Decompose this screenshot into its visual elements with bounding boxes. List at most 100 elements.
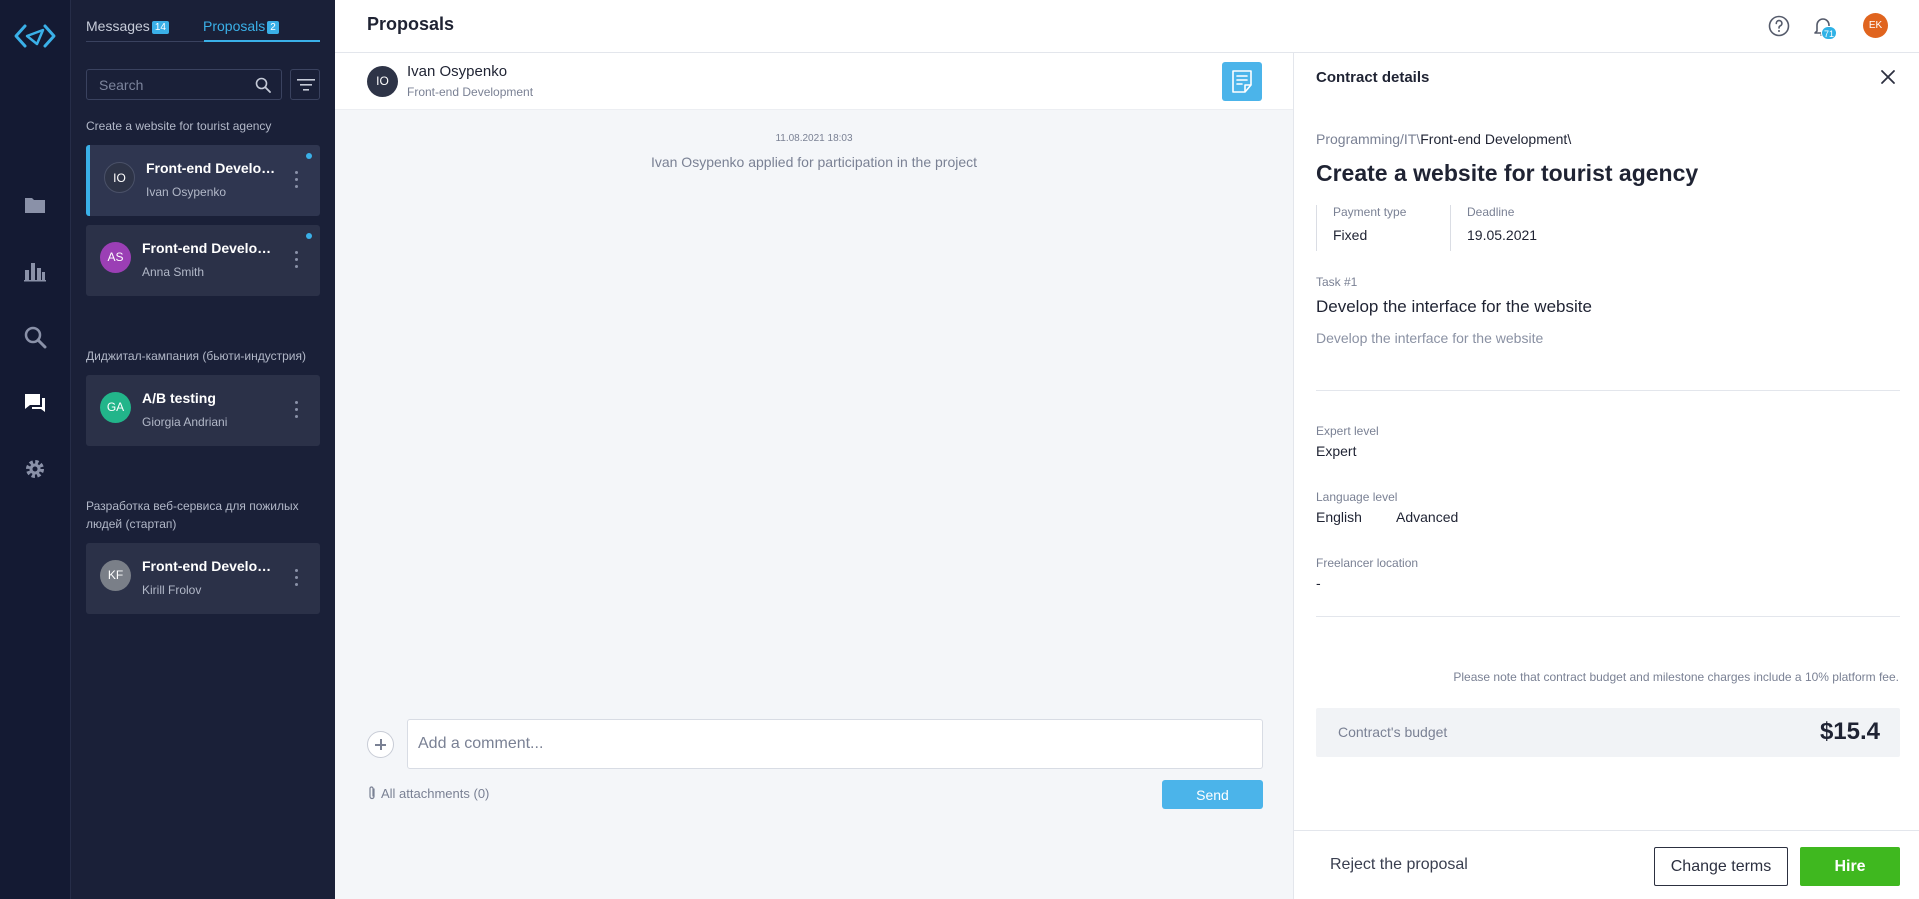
budget-label: Contract's budget xyxy=(1338,724,1448,740)
paperclip-icon xyxy=(369,786,375,800)
unread-dot xyxy=(306,233,312,239)
payment-type-value: Fixed xyxy=(1333,227,1368,243)
tab-proposals[interactable]: Proposals 2 xyxy=(203,18,279,34)
fee-note: Please note that contract budget and mil… xyxy=(1453,670,1899,684)
location-value: - xyxy=(1316,575,1321,591)
tab-underline xyxy=(204,40,320,42)
budget-value: $15.4 xyxy=(1819,718,1880,745)
contract-footer: Reject the proposal Change terms Hire xyxy=(1294,830,1919,899)
hire-button[interactable]: Hire xyxy=(1800,847,1900,886)
tab-messages[interactable]: Messages 14 xyxy=(86,18,169,34)
search-icon[interactable] xyxy=(23,325,47,349)
tab-messages-label: Messages xyxy=(86,18,150,34)
close-icon[interactable] xyxy=(1880,69,1896,85)
breadcrumb-parent[interactable]: Programming/IT\ xyxy=(1316,131,1420,147)
help-icon[interactable] xyxy=(1767,14,1791,38)
chart-icon[interactable] xyxy=(23,259,47,283)
list-item-name: Anna Smith xyxy=(142,265,205,279)
chat-contact-role: Front-end Development xyxy=(407,85,534,99)
deadline-value: 19.05.2021 xyxy=(1467,227,1538,243)
conversation-list-panel: Messages14 Proposals2 Create a website f… xyxy=(70,0,335,899)
breadcrumb-current: Front-end Development\ xyxy=(1420,131,1572,147)
filter-button[interactable] xyxy=(290,69,320,100)
top-header: Proposals 71 EK xyxy=(335,0,1919,53)
comment-input[interactable] xyxy=(408,720,1262,768)
send-button[interactable]: Send xyxy=(1162,780,1263,809)
list-item-title: Front-end Development xyxy=(142,240,272,256)
list-item-name: Kirill Frolov xyxy=(142,583,202,597)
list-item-title: Front-end Development xyxy=(146,160,276,176)
comment-box xyxy=(407,719,1263,769)
deadline-label: Deadline xyxy=(1467,205,1515,219)
logo-icon[interactable] xyxy=(13,22,57,50)
chat-panel: IO Ivan Osypenko Front-end Development 1… xyxy=(335,53,1293,899)
task-number: Task #1 xyxy=(1316,275,1358,289)
location-label: Freelancer location xyxy=(1316,556,1419,570)
divider xyxy=(1316,616,1900,617)
avatar: IO xyxy=(104,162,135,193)
expert-level-label: Expert level xyxy=(1316,424,1379,438)
plus-icon[interactable] xyxy=(367,731,394,758)
list-item[interactable]: GA A/B testing Giorgia Andriani xyxy=(86,375,320,446)
breadcrumb: Programming/IT\Front-end Development\ xyxy=(1316,131,1571,147)
list-item-title: A/B testing xyxy=(142,390,216,406)
list-item[interactable]: KF Front-end Development Kirill Frolov xyxy=(86,543,320,614)
avatar: KF xyxy=(100,560,131,591)
contract-details-button[interactable] xyxy=(1222,62,1262,101)
avatar: GA xyxy=(100,392,131,423)
budget-box: Contract's budget $15.4 xyxy=(1316,708,1900,757)
task-description: Develop the interface for the website xyxy=(1316,330,1544,346)
system-message: Ivan Osypenko applied for participation … xyxy=(650,154,978,170)
proposals-count-badge: 2 xyxy=(267,21,279,34)
unread-dot xyxy=(306,153,312,159)
page-title: Proposals xyxy=(367,14,455,34)
language-level-value: Advanced xyxy=(1396,509,1459,525)
kebab-icon[interactable] xyxy=(295,171,299,191)
deadline: Deadline 19.05.2021 xyxy=(1450,205,1610,251)
list-item[interactable]: AS Front-end Development Anna Smith xyxy=(86,225,320,296)
notification-badge: 71 xyxy=(1821,26,1837,40)
avatar: AS xyxy=(100,242,131,273)
search-box xyxy=(86,69,282,100)
group-title: Create a website for tourist agency xyxy=(86,119,272,133)
task-title: Develop the interface for the website xyxy=(1316,297,1592,316)
kebab-icon[interactable] xyxy=(295,569,299,589)
change-terms-button[interactable]: Change terms xyxy=(1654,847,1788,886)
search-icon[interactable] xyxy=(255,77,271,93)
tabs: Messages 14 Proposals 2 xyxy=(86,18,320,42)
project-title: Create a website for tourist agency xyxy=(1316,160,1699,186)
expert-level-value: Expert xyxy=(1316,443,1357,459)
group-title: Разработка веб-сервиса для пожилых людей… xyxy=(86,499,299,531)
language-level-label: Language level xyxy=(1316,490,1398,504)
message-timestamp: 11.08.2021 18:03 xyxy=(775,133,853,144)
divider xyxy=(1316,390,1900,391)
chat-header: IO Ivan Osypenko Front-end Development xyxy=(335,53,1293,110)
payment-type-label: Payment type xyxy=(1333,205,1407,219)
payment-type: Payment type Fixed xyxy=(1316,205,1450,251)
tab-proposals-label: Proposals xyxy=(203,18,266,34)
attachments-label: All attachments (0) xyxy=(381,786,490,801)
kebab-icon[interactable] xyxy=(295,251,299,271)
list-item-name: Giorgia Andriani xyxy=(142,415,228,429)
list-item[interactable]: IO Front-end Development Ivan Osypenko xyxy=(86,145,320,216)
contract-title: Contract details xyxy=(1316,69,1430,86)
search-input[interactable] xyxy=(87,70,252,99)
list-item-name: Ivan Osypenko xyxy=(146,185,227,199)
attachments-link[interactable]: All attachments (0) xyxy=(367,785,489,801)
gear-icon[interactable] xyxy=(23,457,47,481)
app-rail xyxy=(0,0,70,899)
list-item-title: Front-end Development xyxy=(142,558,272,574)
group-title: Диджитал-кампания (бьюти-индустрия) xyxy=(86,349,306,363)
chat-contact-name: Ivan Osypenko xyxy=(407,63,508,80)
kebab-icon[interactable] xyxy=(295,401,299,421)
contract-details-panel: Contract details Programming/IT\Front-en… xyxy=(1293,53,1919,899)
chat-icon[interactable] xyxy=(23,391,47,415)
reject-proposal-button[interactable]: Reject the proposal xyxy=(1330,856,1468,874)
user-avatar[interactable]: EK xyxy=(1863,13,1888,38)
document-icon xyxy=(1232,70,1252,93)
filter-icon xyxy=(297,79,315,91)
folder-icon[interactable] xyxy=(23,193,47,217)
avatar: IO xyxy=(367,66,398,97)
messages-count-badge: 14 xyxy=(151,21,169,34)
language-value: English xyxy=(1316,509,1362,525)
